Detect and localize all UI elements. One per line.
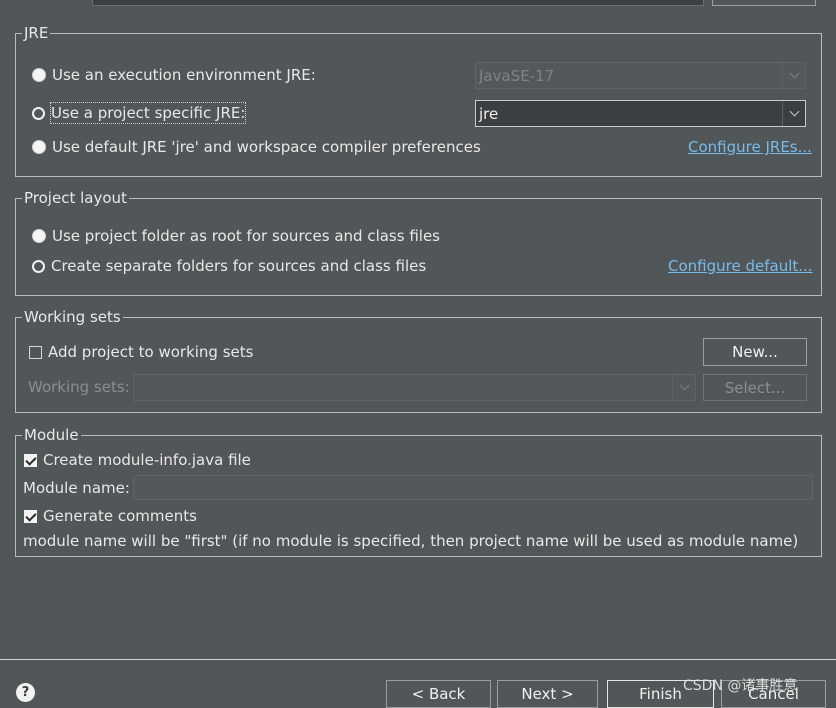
chevron-down-icon [672, 375, 695, 400]
working-sets-select[interactable] [133, 374, 696, 401]
radio-project-jre-label: Use a project specific JRE: [49, 102, 247, 124]
radio-project-root[interactable]: Use project folder as root for sources a… [32, 226, 440, 246]
new-working-set-button[interactable]: New... [703, 338, 807, 366]
working-sets-legend: Working sets [22, 308, 123, 326]
checkbox-box[interactable] [24, 509, 37, 523]
configure-jres-link[interactable]: Configure JREs... [688, 137, 812, 157]
csdn-watermark: CSDN @诸事胜意 [683, 678, 798, 694]
radio-default-jre[interactable]: Use default JRE 'jre' and workspace comp… [32, 137, 481, 157]
next-button[interactable]: Next > [497, 680, 598, 708]
module-legend: Module [22, 426, 81, 444]
checkbox-box[interactable] [24, 453, 37, 467]
execution-env-value: JavaSE-17 [479, 67, 555, 85]
top-partial-button [712, 0, 816, 6]
radio-default-jre-label: Use default JRE 'jre' and workspace comp… [52, 138, 481, 156]
footer-divider [0, 659, 836, 660]
module-name-input[interactable] [133, 475, 813, 500]
radio-project-jre[interactable]: Use a project specific JRE: [32, 102, 247, 124]
radio-project-root-label: Use project folder as root for sources a… [52, 227, 440, 245]
chevron-down-icon [782, 101, 805, 126]
jre-legend: JRE [22, 24, 51, 42]
execution-env-select[interactable]: JavaSE-17 [475, 62, 806, 89]
radio-execution-env[interactable]: Use an execution environment JRE: [32, 65, 316, 85]
select-working-sets-button[interactable]: Select... [703, 374, 807, 401]
checkbox-box[interactable] [29, 345, 42, 359]
radio-separate-folders[interactable]: Create separate folders for sources and … [32, 256, 426, 276]
radio-circle[interactable] [32, 259, 45, 273]
radio-circle[interactable] [32, 68, 46, 82]
back-button[interactable]: < Back [386, 680, 491, 708]
working-sets-label: Working sets: [28, 378, 130, 396]
project-layout-legend: Project layout [22, 189, 129, 207]
module-info-text: module name will be "first" (if no modul… [23, 532, 799, 550]
top-partial-field [92, 0, 704, 6]
project-jre-select[interactable]: jre [475, 100, 806, 127]
radio-separate-folders-label: Create separate folders for sources and … [51, 257, 427, 275]
radio-circle[interactable] [32, 106, 45, 120]
chevron-down-icon [782, 63, 805, 88]
add-to-working-sets-checkbox[interactable]: Add project to working sets [29, 342, 253, 362]
add-to-working-sets-label: Add project to working sets [48, 343, 254, 361]
create-module-info-checkbox[interactable]: Create module-info.java file [24, 450, 251, 470]
create-module-info-label: Create module-info.java file [43, 451, 251, 469]
generate-comments-checkbox[interactable]: Generate comments [24, 506, 197, 526]
radio-circle[interactable] [32, 229, 46, 243]
project-jre-value: jre [479, 105, 499, 123]
module-name-label: Module name: [23, 479, 130, 497]
project-layout-group: Project layout [15, 189, 822, 296]
help-icon[interactable]: ? [16, 683, 35, 702]
configure-default-link[interactable]: Configure default... [668, 256, 813, 276]
generate-comments-label: Generate comments [43, 507, 197, 525]
radio-execution-env-label: Use an execution environment JRE: [52, 66, 316, 84]
radio-circle[interactable] [32, 140, 46, 154]
